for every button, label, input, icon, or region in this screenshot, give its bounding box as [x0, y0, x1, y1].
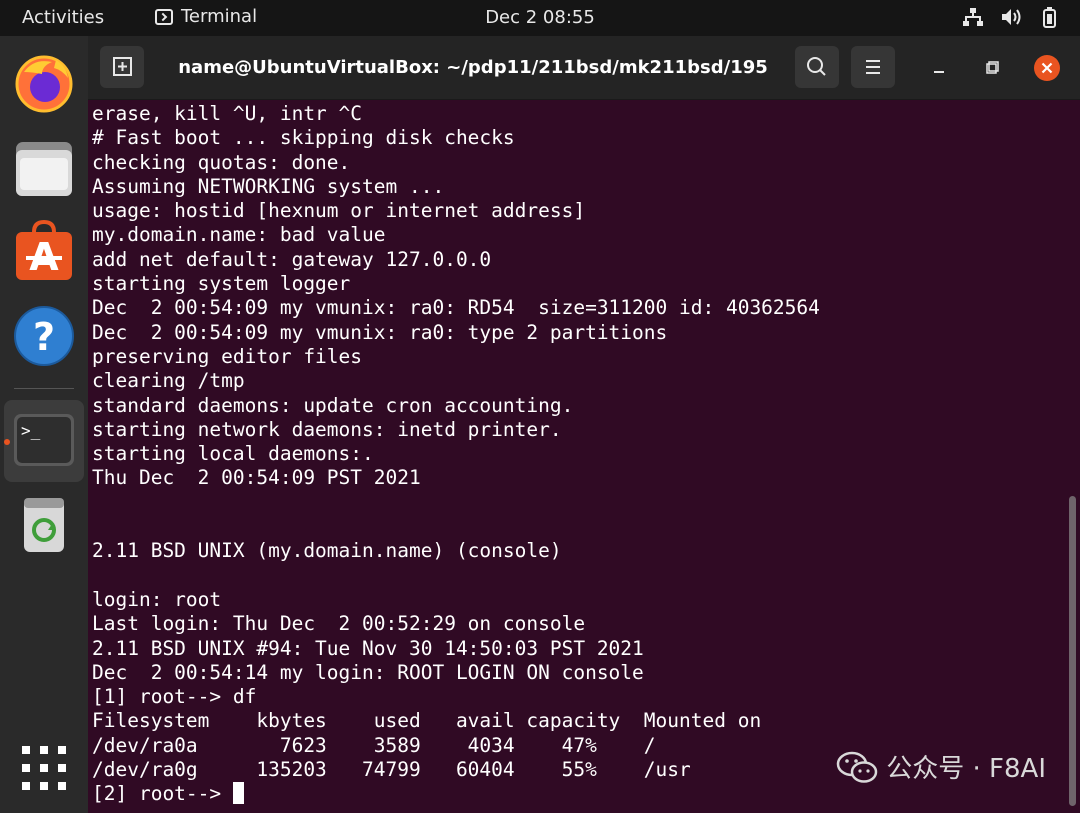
window-title: name@UbuntuVirtualBox: ~/pdp11/211bsd/mk… [178, 57, 768, 78]
hamburger-icon [866, 60, 880, 74]
minimize-button[interactable] [925, 54, 953, 82]
app-menu-label: Terminal [181, 6, 258, 27]
system-tray[interactable] [962, 6, 1060, 28]
terminal-prompt-line[interactable]: [2] root--> [92, 782, 820, 806]
terminal-app-icon [155, 8, 173, 25]
app-menu[interactable]: Terminal [155, 6, 257, 27]
menu-button[interactable] [851, 46, 895, 88]
activities-button[interactable]: Activities [22, 7, 104, 28]
terminal-line: Dec 2 00:54:09 my vmunix: ra0: type 2 pa… [92, 320, 668, 344]
battery-icon[interactable] [1038, 6, 1060, 28]
text-cursor [232, 782, 244, 805]
terminal-line: 2.11 BSD UNIX #94: Tue Nov 30 14:50:03 P… [92, 636, 644, 660]
terminal-line: 2.11 BSD UNIX (my.domain.name) (console) [92, 539, 562, 563]
files-icon[interactable] [12, 136, 76, 200]
terminal-line: /dev/ra0a 7623 3589 4034 47% / [92, 733, 656, 757]
software-store-icon[interactable]: A [12, 220, 76, 284]
help-icon[interactable]: ? [12, 304, 76, 368]
terminal-line: login: root [92, 587, 222, 611]
terminal-output: erase, kill ^U, intr ^C # Fast boot ... … [92, 102, 820, 807]
trash-icon[interactable] [12, 492, 76, 556]
volume-icon[interactable] [1000, 6, 1022, 28]
watermark-text: 公众号 · F8AI [886, 754, 1046, 784]
watermark: 公众号 · F8AI [836, 748, 1046, 785]
terminal-line: starting local daemons:. [92, 442, 374, 466]
terminal-line: preserving editor files [92, 344, 363, 368]
terminal-line: clearing /tmp [92, 369, 245, 393]
firefox-icon[interactable] [12, 50, 76, 114]
terminal-line: Dec 2 00:54:09 my vmunix: ra0: RD54 size… [92, 296, 820, 320]
terminal-line: # Fast boot ... skipping disk checks [92, 126, 515, 150]
search-button[interactable] [795, 46, 839, 88]
search-icon [807, 57, 826, 76]
terminal-line: add net default: gateway 127.0.0.0 [92, 247, 492, 271]
scrollbar[interactable] [1069, 496, 1076, 806]
terminal-line: erase, kill ^U, intr ^C [92, 102, 363, 125]
close-button[interactable] [1033, 54, 1061, 82]
app-grid-icon[interactable] [12, 736, 76, 800]
wechat-icon [837, 751, 878, 783]
window-header: name@UbuntuVirtualBox: ~/pdp11/211bsd/mk… [88, 36, 1080, 100]
svg-text:>_: >_ [21, 421, 41, 440]
running-indicator [4, 439, 10, 445]
maximize-button[interactable] [978, 54, 1006, 82]
terminal-window: name@UbuntuVirtualBox: ~/pdp11/211bsd/mk… [88, 36, 1080, 813]
terminal-line: starting system logger [92, 272, 351, 296]
dock-separator [14, 388, 74, 389]
terminal-line: Last login: Thu Dec 2 00:52:29 on consol… [92, 612, 586, 636]
terminal-line: Assuming NETWORKING system ... [92, 174, 445, 198]
terminal-line: checking quotas: done. [92, 150, 351, 174]
top-bar: Activities Terminal Dec 2 08:55 [0, 0, 1080, 36]
clock[interactable]: Dec 2 08:55 [485, 7, 595, 28]
network-icon[interactable] [962, 6, 984, 28]
terminal-line: Filesystem kbytes used avail capacity Mo… [92, 709, 762, 733]
terminal-line: my.domain.name: bad value [92, 223, 386, 247]
terminal-icon[interactable]: >_ [12, 408, 76, 472]
terminal-line: Thu Dec 2 00:54:09 PST 2021 [92, 466, 421, 490]
terminal-line: [1] root--> df [92, 685, 257, 709]
shell-prompt: [2] root--> [92, 782, 233, 806]
terminal-line: Dec 2 00:54:14 my login: ROOT LOGIN ON c… [92, 660, 644, 684]
terminal-line: standard daemons: update cron accounting… [92, 393, 574, 417]
terminal-line: /dev/ra0g 135203 74799 60404 55% /usr [92, 758, 691, 782]
terminal-line: usage: hostid [hexnum or internet addres… [92, 199, 586, 223]
svg-text:?: ? [33, 315, 55, 359]
dock: A ? >_ [0, 36, 88, 813]
terminal-console[interactable]: erase, kill ^U, intr ^C # Fast boot ... … [88, 100, 1080, 813]
terminal-line: starting network daemons: inetd printer. [92, 417, 562, 441]
